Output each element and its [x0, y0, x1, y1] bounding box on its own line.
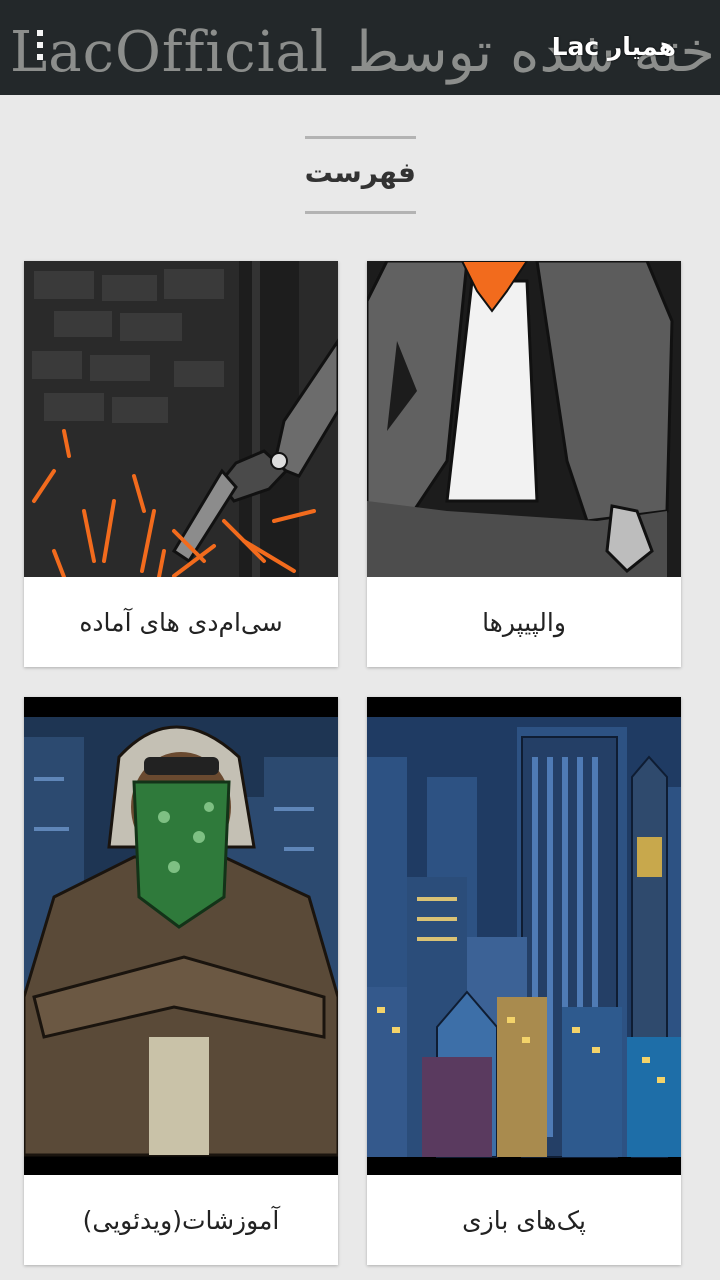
app-title: همیار Lac: [551, 32, 676, 61]
card-label-game-packs: پک‌های بازی: [462, 1205, 586, 1235]
card-game-packs[interactable]: پک‌های بازی: [367, 697, 681, 1265]
card-tutorials[interactable]: آموزشات(ویدئویی): [24, 697, 338, 1265]
heading-rule-top: [305, 136, 416, 139]
app-bar: LacOfficial ساخته شده توسط همیار Lac: [0, 0, 720, 95]
heading-rule-bottom: [305, 211, 416, 214]
card-wallpapers[interactable]: والپیپرها: [367, 261, 681, 667]
card-ready-cmds[interactable]: سی‌ام‌دی های آماده: [24, 261, 338, 667]
menu-title: فهرست: [304, 156, 416, 189]
card-label-tutorials: آموزشات(ویدئویی): [82, 1205, 280, 1235]
menu-heading: فهرست: [305, 136, 416, 214]
masked-character-illustration: [24, 697, 338, 1175]
jacket-character-illustration: [367, 261, 681, 577]
city-skyline-illustration: [367, 697, 681, 1175]
gunfire-sparks-illustration: [24, 261, 338, 577]
card-label-ready-cmds: سی‌ام‌دی های آماده: [79, 607, 283, 637]
card-label-wallpapers: والپیپرها: [482, 607, 566, 637]
overflow-menu-icon[interactable]: [30, 30, 50, 60]
